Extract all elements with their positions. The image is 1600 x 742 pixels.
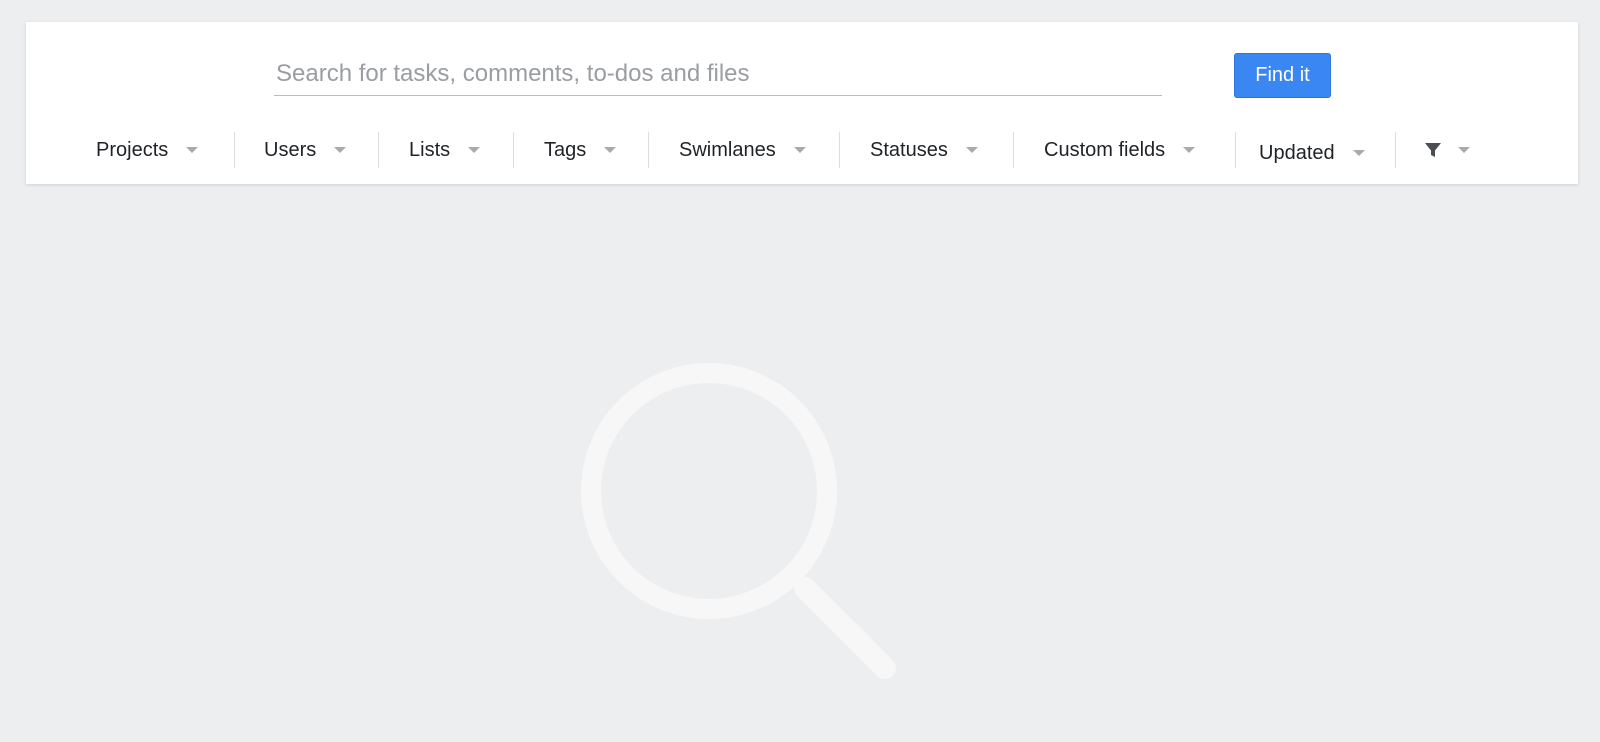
filter-label: Tags [544,138,587,161]
caret-down-icon [334,147,347,153]
caret-down-icon [965,147,978,153]
filter-swimlanes[interactable]: Swimlanes [679,130,806,170]
filter-options-menu[interactable] [1424,130,1470,170]
filter-label: Swimlanes [679,138,776,161]
filter-divider [1395,132,1396,168]
filter-divider [1235,132,1236,168]
filter-bar: Projects Users Lists Tags Swimlanes Stat… [26,130,1578,170]
filter-divider [234,132,235,168]
search-panel: Find it Projects Users Lists Tags Swimla… [26,22,1578,184]
filter-projects[interactable]: Projects [96,130,199,170]
filter-updated[interactable]: Updated [1259,133,1365,173]
caret-down-icon [468,147,481,153]
filter-users[interactable]: Users [264,130,347,170]
filter-divider [648,132,649,168]
caret-down-icon [1183,147,1196,153]
caret-down-icon [604,147,617,153]
search-input[interactable] [274,52,1162,96]
filter-label: Statuses [870,138,948,161]
filter-custom-fields[interactable]: Custom fields [1044,130,1196,170]
find-it-button[interactable]: Find it [1234,53,1331,98]
filter-lists[interactable]: Lists [409,130,481,170]
filter-divider [378,132,379,168]
caret-down-icon [186,147,199,153]
funnel-icon [1425,143,1441,157]
caret-down-icon [793,147,806,153]
filter-divider [513,132,514,168]
filter-statuses[interactable]: Statuses [870,130,978,170]
filter-label: Users [264,138,317,161]
filter-divider [1013,132,1014,168]
filter-divider [839,132,840,168]
filter-label: Custom fields [1044,138,1166,161]
search-icon [581,363,896,679]
filter-tags[interactable]: Tags [544,130,617,170]
filter-label: Updated [1259,141,1335,164]
caret-down-icon [1352,150,1365,156]
filter-label: Lists [409,138,451,161]
caret-down-icon [1458,147,1470,153]
filter-label: Projects [96,138,169,161]
